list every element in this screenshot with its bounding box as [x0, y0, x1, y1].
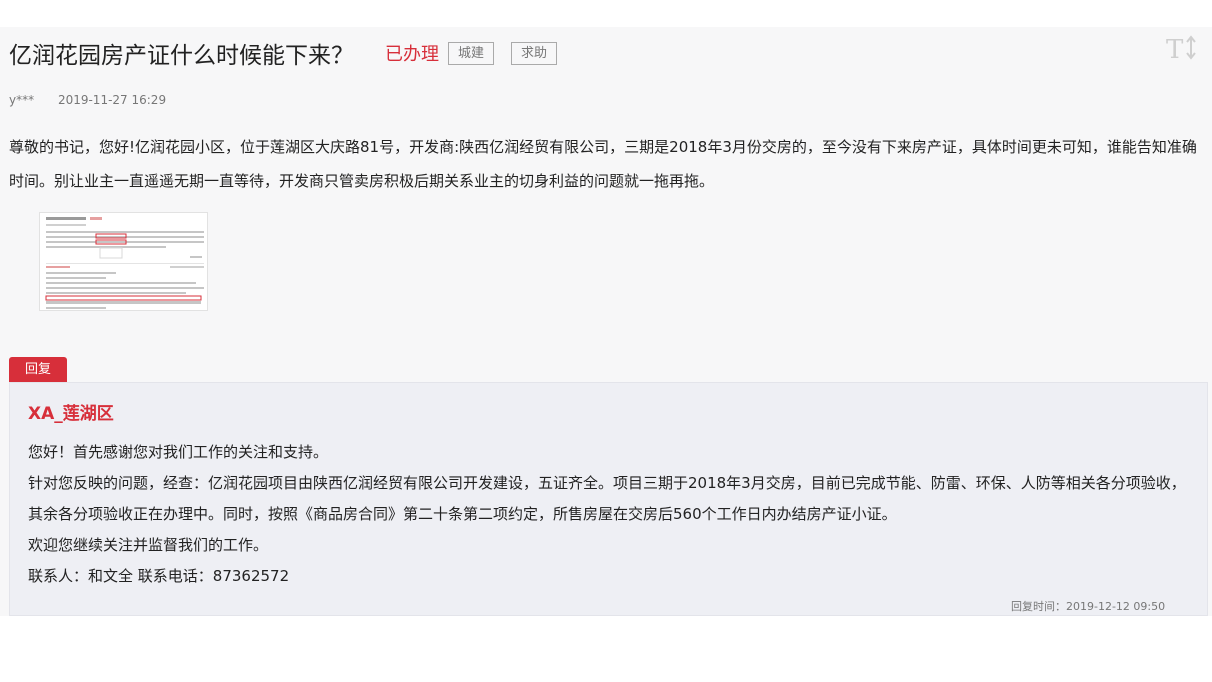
reply-line: 联系人：和文全 联系电话：87362572 — [28, 567, 290, 585]
reply-line: 您好！首先感谢您对我们工作的关注和支持。 — [28, 443, 329, 461]
question-meta: y*** 2019-11-27 16:29 — [9, 93, 166, 107]
question-title: 亿润花园房产证什么时候能下来？ — [9, 43, 354, 69]
reply-line: 针对您反映的问题，经查：亿润花园项目由陕西亿润经贸有限公司开发建设，五证齐全。项… — [28, 474, 1186, 523]
category-tag-help[interactable]: 求助 — [511, 41, 558, 65]
reply-section: XA_莲湖区 您好！首先感谢您对我们工作的关注和支持。 针对您反映的问题，经查：… — [9, 382, 1208, 616]
post-time: 2019-11-27 16:29 — [57, 93, 167, 107]
question-detail-panel: 亿润花园房产证什么时候能下来？ 已办理 城建 求助 T y*** 2019-11… — [0, 27, 1212, 616]
reply-line: 欢迎您继续关注并监督我们的工作。 — [28, 536, 269, 554]
title-row: 亿润花园房产证什么时候能下来？ 已办理 城建 求助 — [9, 37, 558, 69]
reply-tab: 回复 — [9, 357, 67, 382]
status-label: 已办理 — [385, 44, 439, 65]
attachment-thumbnail[interactable] — [39, 212, 208, 311]
author-name: y*** — [9, 93, 35, 107]
font-size-icon[interactable]: T — [1165, 33, 1199, 63]
svg-text:T: T — [1166, 35, 1184, 63]
question-content: 尊敬的书记，您好!亿润花园小区，位于莲湖区大庆路81号，开发商:陕西亿润经贸有限… — [9, 138, 1197, 190]
reply-department: XA_莲湖区 — [28, 404, 114, 424]
reply-content: 您好！首先感谢您对我们工作的关注和支持。 针对您反映的问题，经查：亿润花园项目由… — [28, 437, 1193, 592]
reply-time: 回复时间：2019-12-12 09:50 — [1011, 600, 1166, 613]
category-tag-urban-construction[interactable]: 城建 — [448, 41, 495, 65]
